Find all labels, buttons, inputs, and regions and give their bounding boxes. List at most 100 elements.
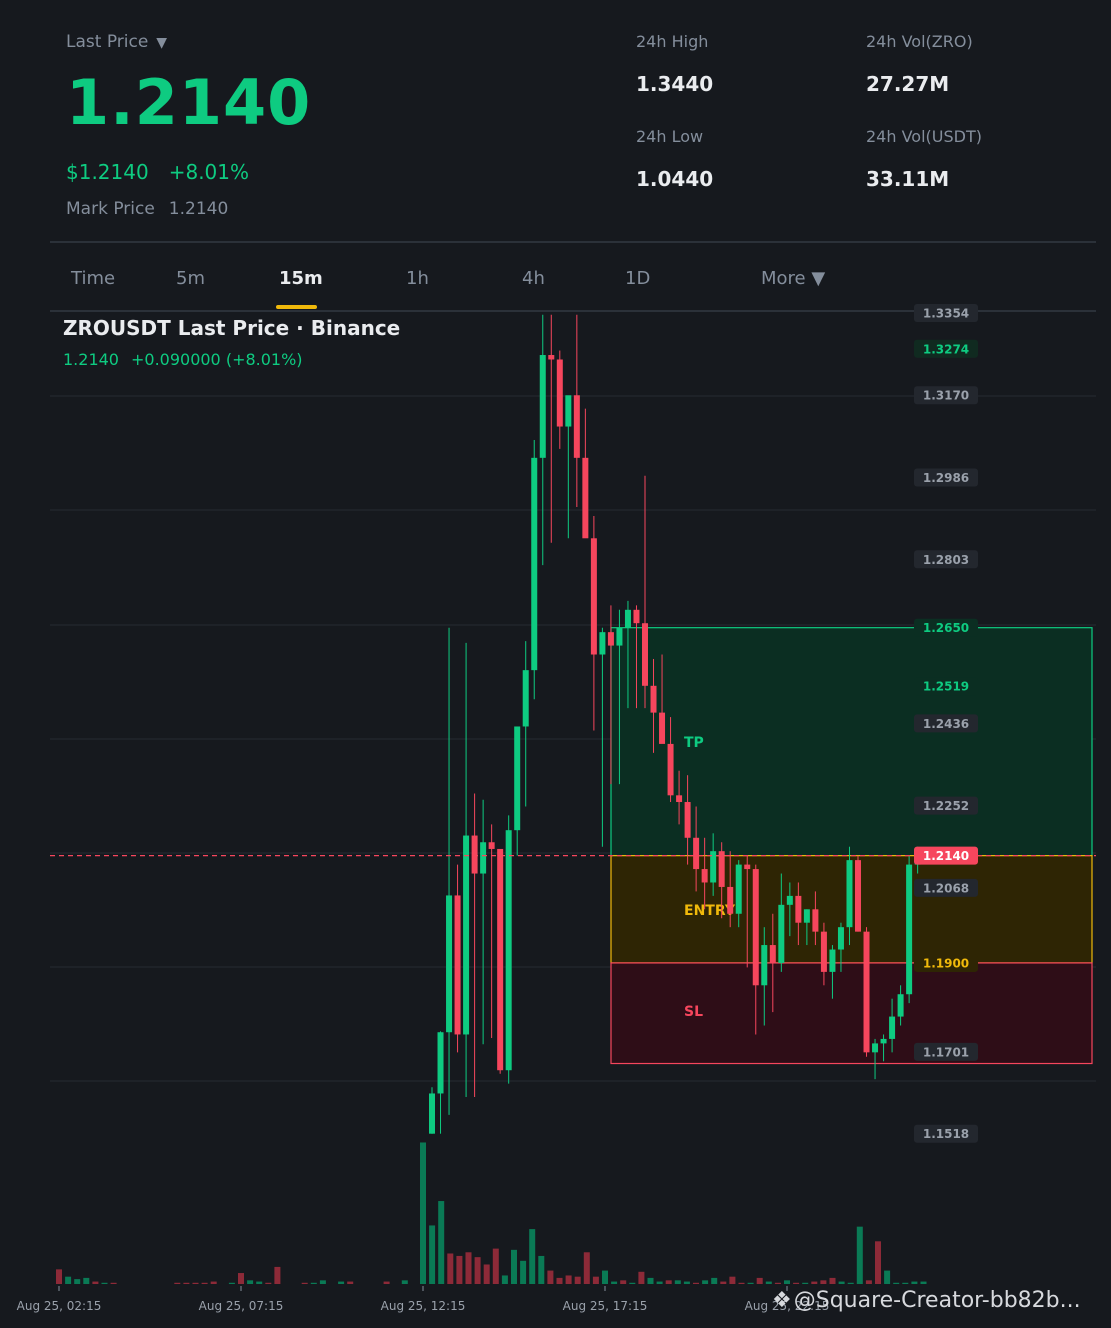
volume-bar — [856, 1226, 863, 1284]
candle-body — [573, 395, 580, 458]
candle — [863, 927, 870, 1057]
candle-body — [829, 949, 836, 972]
candle-body — [437, 1032, 444, 1094]
volume-bar — [656, 1281, 663, 1284]
candle — [522, 641, 529, 807]
candle — [497, 848, 504, 1074]
candle-body — [531, 457, 538, 671]
volume-bar — [884, 1270, 891, 1284]
candle-body — [522, 670, 529, 727]
volume-bar — [875, 1241, 881, 1284]
candle-body — [778, 904, 785, 963]
candle-body — [497, 848, 504, 1071]
volume-bar — [338, 1281, 345, 1284]
candle-body — [684, 802, 691, 838]
time-tick-label: Aug 25, 12:15 — [381, 1299, 466, 1313]
chart-change-row: 1.2140 +0.090000 (+8.01%) — [63, 350, 303, 369]
time-tick-label: Aug 25, 07:15 — [199, 1299, 284, 1313]
candle-body — [480, 842, 487, 874]
volume-bar — [556, 1277, 563, 1284]
candle-body — [505, 830, 512, 1071]
candle-body — [803, 909, 810, 923]
take-profit-label: TP — [684, 735, 704, 751]
price-tag-text: 1.1701 — [923, 1045, 969, 1059]
watermark-text: @Square-Creator-bb82b... — [793, 1288, 1081, 1313]
volume-bar — [447, 1253, 454, 1284]
volume-bar — [438, 1201, 445, 1284]
candle — [590, 515, 597, 731]
volume-bar — [56, 1269, 62, 1284]
candle — [514, 726, 521, 856]
candle-body — [769, 945, 776, 963]
volume-bar — [520, 1260, 527, 1284]
volume-bar — [720, 1281, 727, 1284]
volume-bar — [511, 1249, 517, 1284]
candle-body — [539, 355, 546, 458]
volume-bar — [274, 1266, 281, 1284]
price-tag-text: 1.1518 — [923, 1127, 969, 1141]
volume-bar — [592, 1276, 599, 1284]
volume-bar — [820, 1280, 827, 1284]
volume-bars — [56, 1142, 927, 1284]
price-tag-text: 1.2068 — [923, 881, 969, 895]
price-tick: 1.2986 — [914, 468, 978, 487]
volume-bar — [611, 1281, 618, 1284]
candle-body — [718, 851, 725, 887]
price-tag-text: 1.2140 — [923, 849, 969, 863]
price-marker-last: 1.2140 — [914, 846, 978, 865]
candle-body — [889, 1016, 896, 1039]
volume-bar — [902, 1282, 909, 1284]
volume-bar — [201, 1282, 208, 1284]
candle-body — [693, 837, 700, 870]
candle-body — [582, 457, 589, 539]
volume-bar — [747, 1282, 754, 1284]
candle-body — [556, 359, 563, 427]
candle-body — [846, 860, 853, 928]
chart-last-price: 1.2140 — [63, 350, 119, 369]
candle-body — [676, 795, 683, 803]
price-tag-text: 1.2803 — [923, 553, 969, 567]
candle — [599, 627, 606, 847]
volume-bar — [865, 1280, 872, 1284]
candle-body — [863, 931, 870, 1053]
volume-bar — [456, 1255, 463, 1284]
candle-body — [786, 895, 793, 905]
volume-bar — [101, 1282, 108, 1284]
candle — [556, 350, 563, 449]
candle-body — [880, 1038, 887, 1044]
price-tag-text: 1.2436 — [923, 717, 969, 731]
volume-bar — [429, 1225, 436, 1284]
candle-body — [897, 994, 904, 1017]
volume-bar — [665, 1280, 672, 1284]
volume-bar — [574, 1276, 581, 1284]
candle — [582, 408, 589, 539]
price-marker-level: 1.2519 — [914, 677, 978, 696]
position-zones: TPENTRYSL — [610, 627, 1093, 1065]
volume-bar — [847, 1282, 854, 1284]
volume-bar — [383, 1281, 390, 1284]
time-tick-label: Aug 25, 17:15 — [563, 1299, 648, 1313]
volume-bar — [793, 1282, 800, 1284]
volume-bar — [583, 1252, 590, 1284]
price-tag-text: 1.1900 — [923, 956, 969, 970]
candle-body — [650, 685, 657, 713]
price-chart[interactable]: TPENTRYSL 1.3354 1.3170 1.2986 1.2803 1.2436… — [0, 0, 1111, 1328]
binance-logo-icon: ❖ — [772, 1288, 792, 1313]
candle — [906, 855, 913, 1004]
volume-bar — [538, 1255, 545, 1284]
volume-bar — [92, 1281, 99, 1284]
volume-bar — [265, 1282, 272, 1284]
candle-body — [752, 869, 759, 986]
candle — [565, 395, 572, 539]
candle-body — [590, 538, 597, 655]
volume-bar — [65, 1276, 72, 1284]
volume-bar — [474, 1257, 481, 1284]
price-tag-text: 1.2252 — [923, 799, 969, 813]
candle-body — [454, 895, 461, 1035]
candle-body — [565, 395, 572, 427]
candle-body — [837, 927, 844, 950]
chart-change-value: +0.090000 (+8.01%) — [130, 350, 303, 369]
volume-bar — [602, 1270, 608, 1284]
volume-bar — [674, 1280, 681, 1284]
price-tick: 1.2252 — [914, 796, 978, 815]
